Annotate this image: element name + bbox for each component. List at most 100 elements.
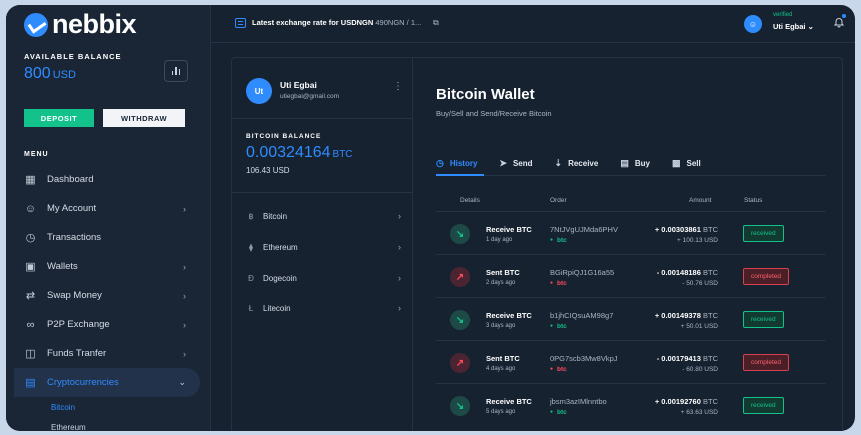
coin-label: Litecoin (263, 303, 291, 313)
coin-item-dogecoin[interactable]: Ð Dogecoin › (246, 271, 401, 285)
sidebar-item-cryptocurrencies[interactable]: ▤ Cryptocurrencies ⌄ (14, 368, 200, 397)
user-icon: ☺ (24, 202, 37, 215)
dogecoin-icon: Ð (248, 273, 254, 283)
link-icon: ∞ (26, 318, 35, 331)
table-row[interactable]: ↘ Receive BTC 3 days ago b1jhCIQsuAM98g7… (436, 297, 826, 340)
balance-value: 800 (24, 65, 51, 82)
grid-icon: ▦ (25, 174, 36, 186)
send-icon: ➤ (499, 157, 507, 168)
external-link-icon[interactable]: ⧉ (433, 18, 439, 28)
chevron-right-icon: › (183, 319, 186, 330)
tab-label: Sell (686, 158, 701, 168)
arrow-up-right-icon: ↗ (450, 353, 470, 373)
verified-label: verified (773, 12, 793, 18)
wallet-sidebar: Ut Uti Egbai utiegbai@gmail.com ⋮ BITCOI… (232, 58, 413, 431)
table-row[interactable]: ↗ Sent BTC 2 days ago BGiRpiQJ1G16a55 bt… (436, 254, 826, 297)
exchange-rate-title: Latest exchange rate for USDNGN (252, 18, 374, 27)
sidebar-subitem-ethereum[interactable]: Ethereum (14, 417, 200, 432)
tab-sell[interactable]: ▩ Sell (672, 156, 701, 170)
coin-tag: btc (550, 409, 567, 416)
sidebar-item-label: Transactions (47, 232, 102, 243)
notification-bell[interactable] (833, 13, 847, 28)
tab-receive[interactable]: ⇣ Receive (555, 156, 599, 170)
order-id: jbsm3azIMlnntbo (550, 397, 607, 406)
amount-currency: BTC (703, 311, 718, 320)
menu-label: MENU (24, 151, 49, 158)
transaction-type: Receive BTC (486, 311, 532, 320)
sidebar-item-funds-transfer[interactable]: ◫ Funds Tranfer › (14, 339, 200, 368)
transaction-amount: + 0.00149378 BTC (655, 311, 718, 320)
transaction-time: 1 day ago (486, 237, 513, 243)
receive-icon: ⇣ (554, 157, 563, 168)
sidebar-item-p2p-exchange[interactable]: ∞ P2P Exchange › (14, 310, 200, 339)
more-options-icon[interactable]: ⋮ (393, 82, 403, 92)
sidebar: nebbix AVAILABLE BALANCE 800 USD DEPOSIT … (6, 5, 211, 431)
sidebar-item-my-account[interactable]: ☺ My Account › (14, 194, 200, 223)
exchange-rate-link[interactable]: Latest exchange rate for USDNGN 490NGN /… (252, 18, 421, 27)
stats-button[interactable] (164, 60, 188, 82)
sidebar-item-wallets[interactable]: ▣ Wallets › (14, 252, 200, 281)
order-id: 0PG7scb3Mw8VkpJ (550, 354, 618, 363)
transaction-type: Receive BTC (486, 397, 532, 406)
sidebar-menu: ▦ Dashboard ☺ My Account › ◷ Transactions ▣ W… (14, 165, 200, 431)
tab-buy[interactable]: ▤ Buy (620, 156, 650, 170)
chevron-right-icon: › (183, 203, 186, 214)
coin-item-litecoin[interactable]: Ł Litecoin › (246, 301, 401, 315)
deposit-button[interactable]: DEPOSIT (24, 109, 94, 127)
order-id: b1jhCIQsuAM98g7 (550, 311, 614, 320)
order-id: 7NtJVgUJMda6PHV (550, 225, 618, 234)
transaction-amount: + 0.00303861 BTC (655, 225, 718, 234)
coin-label: Ethereum (263, 242, 298, 252)
amount-value: + 0.00192760 (654, 397, 701, 406)
litecoin-icon: Ł (248, 303, 254, 313)
notification-dot (841, 13, 847, 19)
clock-icon: ◷ (25, 232, 36, 244)
transaction-usd: + 100.13 USD (676, 237, 718, 244)
profile-email: utiegbai@gmail.com (280, 93, 339, 100)
user-menu-dropdown[interactable]: Uti Egbai ⌄ (773, 22, 814, 31)
wallet-icon: ▤ (620, 157, 629, 168)
tab-label: Receive (568, 158, 599, 168)
table-row[interactable]: ↘ Receive BTC 5 days ago jbsm3azIMlnntbo… (436, 383, 826, 426)
arrow-down-right-icon: ↘ (450, 224, 470, 244)
chevron-right-icon: › (398, 303, 401, 313)
coin-label: Bitcoin (263, 211, 288, 221)
coin-item-ethereum[interactable]: ⧫ Ethereum › (246, 240, 401, 254)
chevron-down-icon: ⌄ (178, 377, 186, 387)
coin-label: Dogecoin (263, 273, 297, 283)
profile-avatar: Ut (246, 78, 272, 104)
main-content: Latest exchange rate for USDNGN 490NGN /… (211, 5, 855, 431)
chevron-right-icon: › (183, 290, 186, 301)
sidebar-item-dashboard[interactable]: ▦ Dashboard (14, 165, 200, 194)
coin-item-bitcoin[interactable]: ฿ Bitcoin › (246, 209, 401, 223)
sidebar-subitem-bitcoin[interactable]: Bitcoin (14, 397, 200, 417)
btc-currency: BTC (332, 149, 353, 160)
sidebar-item-swap-money[interactable]: ⇄ Swap Money › (14, 281, 200, 310)
app-window: nebbix AVAILABLE BALANCE 800 USD DEPOSIT … (6, 5, 855, 431)
bitcoin-balance-amount: 0.00324164 BTC (246, 144, 353, 162)
swap-icon: ⇄ (25, 290, 36, 302)
table-row[interactable]: ↘ Receive BTC 1 day ago 7NtJVgUJMda6PHV … (436, 211, 826, 254)
arrow-down-right-icon: ↘ (450, 310, 470, 330)
withdraw-button[interactable]: WITHDRAW (103, 109, 185, 127)
chevron-right-icon: › (398, 211, 401, 221)
bitcoin-icon: ฿ (248, 211, 254, 221)
tab-send[interactable]: ➤ Send (499, 156, 532, 170)
exchange-rate-icon (235, 18, 246, 28)
chevron-right-icon: › (398, 242, 401, 252)
sidebar-item-label: Swap Money (47, 290, 102, 301)
tab-history[interactable]: ◷ History (436, 156, 477, 170)
status-badge: completed (743, 268, 789, 285)
sidebar-item-transactions[interactable]: ◷ Transactions (14, 223, 200, 252)
column-header-amount: Amount (689, 197, 712, 204)
amount-value: + 0.00149378 (654, 311, 701, 320)
transaction-amount: - 0.00179413 BTC (657, 354, 718, 363)
table-row[interactable]: ↗ Sent BTC 4 days ago 0PG7scb3Mw8VkpJ bt… (436, 340, 826, 383)
column-header-details: Details (460, 197, 480, 204)
user-avatar[interactable]: ☺ (744, 15, 762, 33)
logo[interactable]: nebbix (24, 9, 137, 40)
balance-currency: USD (52, 69, 76, 81)
chevron-right-icon: › (183, 348, 186, 359)
amount-currency: BTC (703, 225, 718, 234)
sidebar-item-label: My Account (47, 203, 97, 214)
